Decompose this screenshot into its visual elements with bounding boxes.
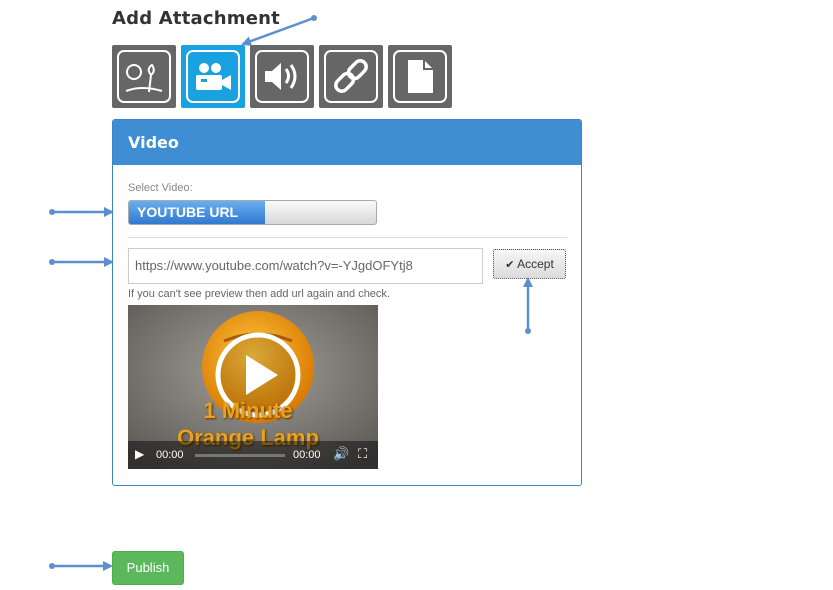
publish-button[interactable]: Publish <box>112 551 184 585</box>
annotation-arrows <box>49 15 533 571</box>
